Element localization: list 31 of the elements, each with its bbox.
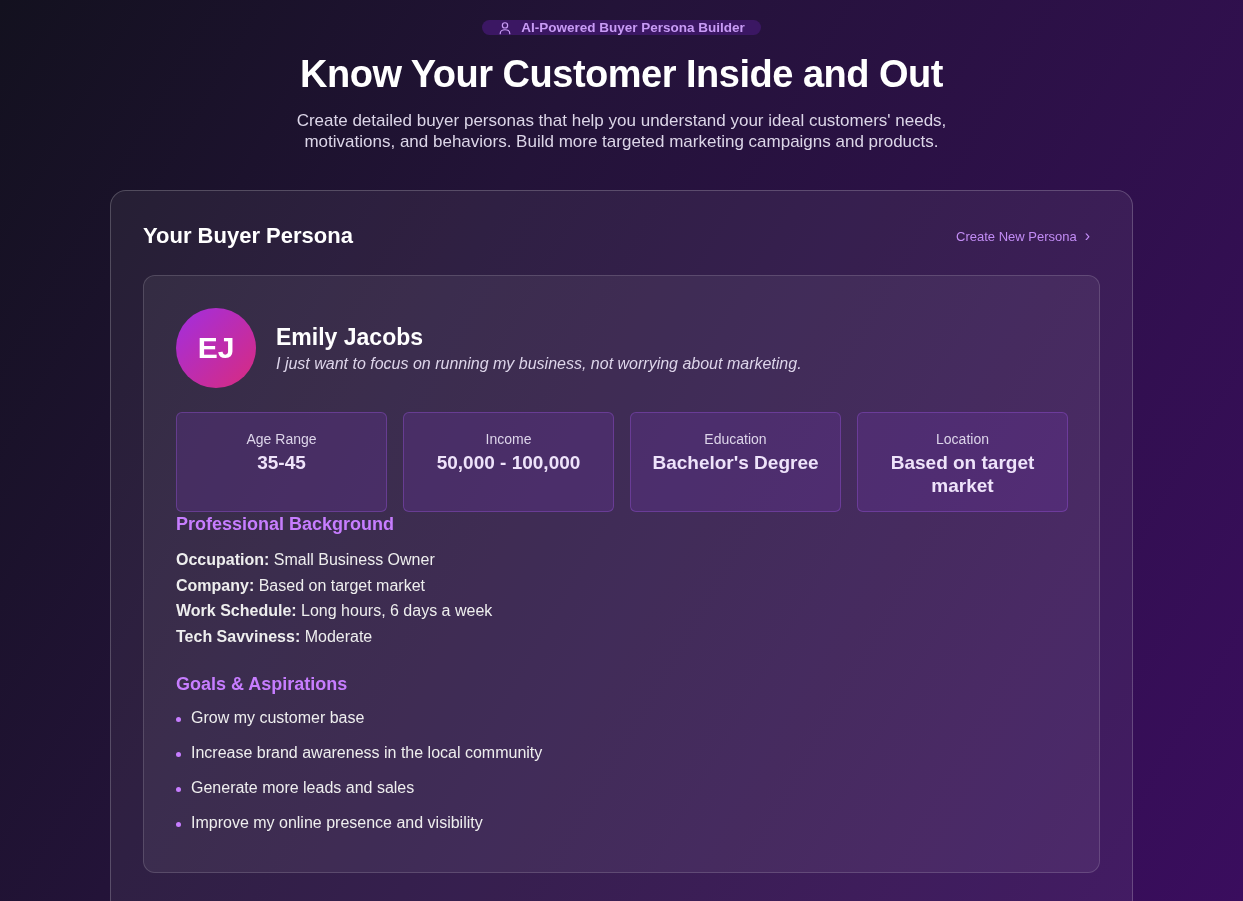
bullet-dot <box>176 822 181 828</box>
stat-value: Bachelor's Degree <box>651 451 820 474</box>
bullet-dot <box>176 752 181 758</box>
stat-label: Income <box>484 431 533 447</box>
detail-line: Tech Savviness: Moderate <box>176 627 374 648</box>
detail-line: Occupation: Small Business Owner <box>176 550 436 570</box>
goal-item: Generate more leads and sales <box>191 778 415 797</box>
section-heading: Professional Background <box>176 514 396 535</box>
avatar-initials: EJ <box>176 308 256 388</box>
stat-label: Age Range <box>245 431 318 447</box>
stat-value: Based on target market <box>889 451 1036 497</box>
bullet-dot <box>176 787 181 793</box>
goal-item: Improve my online presence and visibility <box>191 813 483 832</box>
persona-name: Emily Jacobs <box>276 323 425 351</box>
section-heading: Goals & Aspirations <box>176 673 349 695</box>
hero-title: Know Your Customer Inside and Out <box>300 53 943 96</box>
goal-item: Grow my customer base <box>191 708 365 727</box>
create-persona-link[interactable]: Create New Persona › <box>956 227 1090 245</box>
panel-title: Your Buyer Persona <box>143 223 353 249</box>
stat-value: 35-45 <box>256 451 307 474</box>
stat-label: Location <box>935 431 990 447</box>
bullet-dot <box>176 717 181 723</box>
goal-item: Increase brand awareness in the local community <box>191 743 543 762</box>
hero-subtitle: Create detailed buyer personas that help you understand your ideal customers' needs, motivations, and behaviors. Build more targeted marketing campaigns and products. <box>295 110 948 152</box>
detail-line: Work Schedule: Long hours, 6 days a week <box>176 601 494 622</box>
stat-value: 50,000 - 100,000 <box>435 451 582 474</box>
detail-line: Company: Based on target market <box>176 575 426 596</box>
persona-quote: I just want to focus on running my business, not worrying about marketing. <box>276 354 802 373</box>
badge-label: AI-Powered Buyer Persona Builder <box>521 20 745 35</box>
stat-label: Education <box>703 431 768 447</box>
user-icon <box>498 20 513 35</box>
